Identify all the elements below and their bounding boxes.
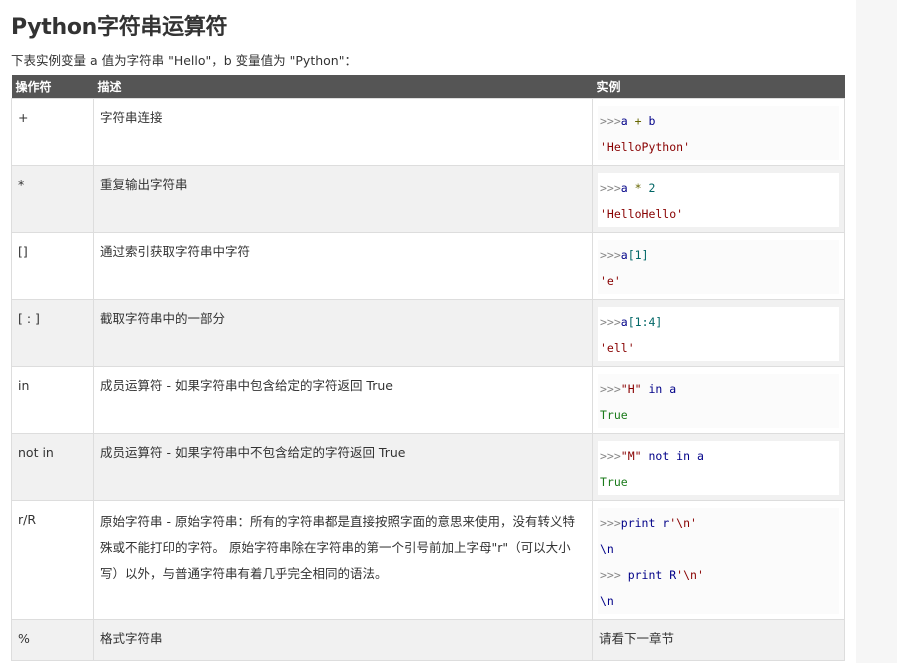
code-example: >>>print r'\n' \n >>> print R'\n' \n bbox=[598, 508, 839, 614]
code-token: >>> bbox=[600, 315, 621, 329]
table-row: in 成员运算符 - 如果字符串中包含给定的字符返回 True >>>"H" in … bbox=[11, 366, 845, 434]
operator-cell: * bbox=[11, 165, 94, 233]
code-token: a bbox=[620, 181, 628, 195]
code-example: >>>a + b 'HelloPython' bbox=[598, 106, 839, 160]
operators-table: 操作符 描述 实例 + 字符串连接 >>>a + b 'HelloPython' * 重复… bbox=[11, 75, 845, 661]
code-token: a bbox=[620, 248, 628, 262]
code-token: True bbox=[600, 408, 628, 422]
operator-cell: in bbox=[11, 366, 94, 434]
table-row: % 格式字符串 请看下一章节 bbox=[11, 619, 845, 661]
table-row: + 字符串连接 >>>a + b 'HelloPython' bbox=[11, 98, 845, 166]
code-token: "M" bbox=[620, 449, 642, 463]
code-example: >>>a[1:4] 'ell' bbox=[598, 307, 839, 361]
table-body: + 字符串连接 >>>a + b 'HelloPython' * 重复输出字符串 >>>a … bbox=[11, 98, 845, 661]
code-token: True bbox=[600, 475, 628, 489]
code-token: 'HelloPython' bbox=[600, 140, 691, 154]
code-token: b bbox=[648, 114, 656, 128]
code-token: >>> bbox=[600, 248, 621, 262]
code-token: a bbox=[620, 315, 628, 329]
intro-text: 下表实例变量 a 值为字符串 "Hello"，b 变量值为 "Python"： bbox=[11, 53, 357, 68]
code-token: >>> bbox=[600, 516, 621, 530]
code-example: >>>a * 2 'HelloHello' bbox=[598, 173, 839, 227]
code-token: [1:4] bbox=[627, 315, 663, 329]
description-cell: 成员运算符 - 如果字符串中不包含给定的字符返回 True bbox=[93, 433, 593, 501]
code-token: [1] bbox=[627, 248, 649, 262]
example-cell: >>>"H" in a True bbox=[592, 366, 845, 434]
header-operator: 操作符 bbox=[11, 75, 94, 99]
code-token: 'ell' bbox=[600, 341, 635, 355]
code-token: "H" bbox=[620, 382, 642, 396]
description-cell: 截取字符串中的一部分 bbox=[93, 299, 593, 367]
example-cell: >>>"M" not in a True bbox=[592, 433, 845, 501]
example-cell: >>>a[1:4] 'ell' bbox=[592, 299, 845, 367]
code-token: + bbox=[627, 114, 649, 128]
example-text: 请看下一章节 bbox=[599, 631, 675, 646]
table-header-row: 操作符 描述 实例 bbox=[11, 75, 845, 99]
example-cell: >>>a[1] 'e' bbox=[592, 232, 845, 300]
table-row: not in 成员运算符 - 如果字符串中不包含给定的字符返回 True >>>"M… bbox=[11, 433, 845, 501]
code-line: >>>a[1:4] bbox=[600, 309, 837, 335]
code-token: >>> bbox=[600, 114, 621, 128]
code-token: print R bbox=[627, 568, 677, 582]
description-cell: 通过索引获取字符串中字符 bbox=[93, 232, 593, 300]
code-token: not in a bbox=[641, 449, 704, 463]
description-cell: 重复输出字符串 bbox=[93, 165, 593, 233]
table-row: [] 通过索引获取字符串中字符 >>>a[1] 'e' bbox=[11, 232, 845, 300]
page-title: Python字符串运算符 bbox=[11, 15, 228, 40]
operator-cell: % bbox=[11, 619, 94, 661]
code-line: >>>a + b bbox=[600, 108, 837, 134]
code-token: * bbox=[627, 181, 649, 195]
description-cell: 原始字符串 - 原始字符串：所有的字符串都是直接按照字面的意思来使用，没有转义特… bbox=[93, 500, 593, 620]
code-line: >>>a[1] bbox=[600, 242, 837, 268]
table-row: * 重复输出字符串 >>>a * 2 'HelloHello' bbox=[11, 165, 845, 233]
example-cell: >>>a + b 'HelloPython' bbox=[592, 98, 845, 166]
code-token: \n bbox=[600, 542, 614, 556]
code-token: \n bbox=[600, 594, 614, 608]
code-token: 'HelloHello' bbox=[600, 207, 684, 221]
code-line: >>>"M" not in a bbox=[600, 443, 837, 469]
code-token: '\n' bbox=[676, 568, 704, 582]
operator-cell: not in bbox=[11, 433, 94, 501]
description-cell: 字符串连接 bbox=[93, 98, 593, 166]
code-line: >>>print r'\n' bbox=[600, 510, 837, 536]
code-line: \n bbox=[600, 536, 837, 562]
header-example: 实例 bbox=[592, 75, 845, 99]
code-line: >>> print R'\n' bbox=[600, 562, 837, 588]
operator-cell: [] bbox=[11, 232, 94, 300]
code-token: a bbox=[620, 114, 628, 128]
operator-cell: r/R bbox=[11, 500, 94, 620]
code-example: >>>"M" not in a True bbox=[598, 441, 839, 495]
example-cell: >>>a * 2 'HelloHello' bbox=[592, 165, 845, 233]
code-example: >>>a[1] 'e' bbox=[598, 240, 839, 294]
code-line: \n bbox=[600, 588, 837, 614]
code-line: >>>"H" in a bbox=[600, 376, 837, 402]
code-line: >>>a * 2 bbox=[600, 175, 837, 201]
example-cell: 请看下一章节 bbox=[592, 619, 845, 661]
table-row: r/R 原始字符串 - 原始字符串：所有的字符串都是直接按照字面的意思来使用，没有… bbox=[11, 500, 845, 620]
code-token: print r bbox=[620, 516, 670, 530]
code-line: 'ell' bbox=[600, 335, 837, 361]
operator-cell: + bbox=[11, 98, 94, 166]
code-token: >>> bbox=[600, 568, 628, 582]
right-gutter bbox=[856, 0, 897, 663]
code-line: True bbox=[600, 469, 837, 495]
code-token: 2 bbox=[648, 181, 656, 195]
code-line: 'HelloHello' bbox=[600, 201, 837, 227]
operator-cell: [ : ] bbox=[11, 299, 94, 367]
code-example: >>>"H" in a True bbox=[598, 374, 839, 428]
table-row: [ : ] 截取字符串中的一部分 >>>a[1:4] 'ell' bbox=[11, 299, 845, 367]
code-token: >>> bbox=[600, 181, 621, 195]
description-cell: 成员运算符 - 如果字符串中包含给定的字符返回 True bbox=[93, 366, 593, 434]
code-line: True bbox=[600, 402, 837, 428]
code-token: '\n' bbox=[669, 516, 697, 530]
code-line: 'HelloPython' bbox=[600, 134, 837, 160]
header-description: 描述 bbox=[93, 75, 593, 99]
example-cell: >>>print r'\n' \n >>> print R'\n' \n bbox=[592, 500, 845, 620]
description-cell: 格式字符串 bbox=[93, 619, 593, 661]
code-token: 'e' bbox=[600, 274, 621, 288]
code-line: 'e' bbox=[600, 268, 837, 294]
code-token: >>> bbox=[600, 382, 621, 396]
code-token: >>> bbox=[600, 449, 621, 463]
code-token: in a bbox=[641, 382, 677, 396]
